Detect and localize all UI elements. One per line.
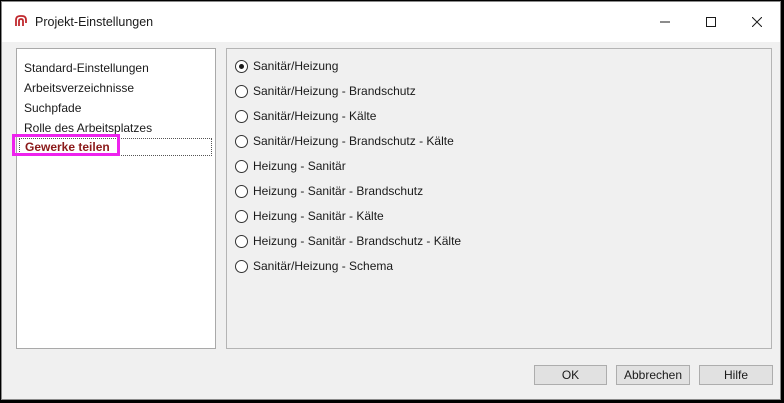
radio-label: Sanitär/Heizung - Brandschutz — [253, 84, 416, 98]
radio-button[interactable] — [235, 134, 248, 148]
radio-button[interactable] — [235, 209, 248, 223]
minimize-icon — [660, 17, 670, 27]
project-settings-dialog: Projekt-Einstellungen Standard-Einstellu… — [1, 1, 781, 400]
settings-nav-list: Standard-Einstellungen Arbeitsverzeichni… — [16, 48, 216, 349]
radio-button[interactable] — [235, 184, 248, 198]
radio-label: Sanitär/Heizung - Schema — [253, 259, 394, 273]
radio-label: Heizung - Sanitär - Brandschutz - Kälte — [253, 234, 462, 248]
nav-item-rolle-des-arbeitsplatzes[interactable]: Rolle des Arbeitsplatzes — [24, 119, 152, 137]
radio-label: Sanitär/Heizung - Brandschutz - Kälte — [253, 134, 454, 148]
close-icon — [752, 17, 762, 27]
radio-option[interactable]: Heizung - Sanitär - Kälte — [235, 207, 384, 225]
trade-sharing-options-panel: Sanitär/Heizung Sanitär/Heizung - Brands… — [226, 48, 772, 349]
radio-button[interactable] — [235, 259, 248, 273]
radio-button[interactable] — [235, 159, 248, 173]
maximize-icon — [706, 17, 716, 27]
cancel-button[interactable]: Abbrechen — [616, 365, 690, 385]
radio-button[interactable] — [235, 234, 248, 248]
radio-label: Sanitär/Heizung - Kälte — [253, 109, 377, 123]
radio-option[interactable]: Sanitär/Heizung — [235, 57, 338, 75]
close-button[interactable] — [734, 2, 780, 42]
radio-option[interactable]: Sanitär/Heizung - Brandschutz - Kälte — [235, 132, 454, 150]
radio-label: Heizung - Sanitär — [253, 159, 346, 173]
app-logo-icon — [14, 14, 28, 28]
help-button[interactable]: Hilfe — [699, 365, 773, 385]
maximize-button[interactable] — [688, 2, 734, 42]
ok-button[interactable]: OK — [534, 365, 607, 385]
radio-option[interactable]: Heizung - Sanitär - Brandschutz - Kälte — [235, 232, 461, 250]
title-bar[interactable]: Projekt-Einstellungen — [2, 2, 780, 42]
nav-item-gewerke-teilen[interactable]: Gewerke teilen — [19, 138, 212, 156]
nav-item-standard-einstellungen[interactable]: Standard-Einstellungen — [24, 59, 149, 77]
nav-item-arbeitsverzeichnisse[interactable]: Arbeitsverzeichnisse — [24, 79, 134, 97]
window-title: Projekt-Einstellungen — [35, 15, 154, 29]
radio-button[interactable] — [235, 59, 248, 73]
radio-option[interactable]: Sanitär/Heizung - Brandschutz — [235, 82, 416, 100]
radio-label: Heizung - Sanitär - Brandschutz — [253, 184, 424, 198]
radio-option[interactable]: Sanitär/Heizung - Schema — [235, 257, 393, 275]
nav-item-suchpfade[interactable]: Suchpfade — [24, 99, 81, 117]
minimize-button[interactable] — [642, 2, 688, 42]
radio-option[interactable]: Sanitär/Heizung - Kälte — [235, 107, 376, 125]
radio-button[interactable] — [235, 109, 248, 123]
radio-label: Heizung - Sanitär - Kälte — [253, 209, 384, 223]
radio-option[interactable]: Heizung - Sanitär - Brandschutz — [235, 182, 423, 200]
radio-label: Sanitär/Heizung — [253, 59, 339, 73]
radio-button[interactable] — [235, 84, 248, 98]
radio-option[interactable]: Heizung - Sanitär — [235, 157, 346, 175]
